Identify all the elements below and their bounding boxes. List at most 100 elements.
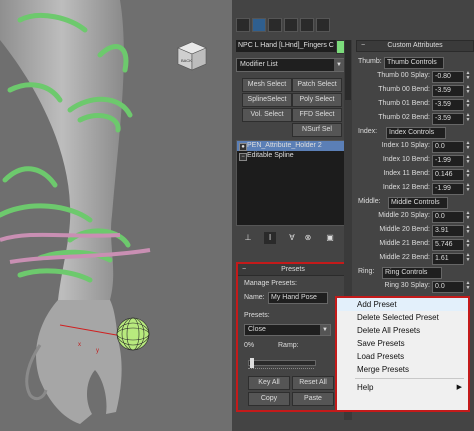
index-section: Index: Index Controls [356, 126, 472, 139]
thumb-label: Thumb: [358, 58, 382, 65]
create-icon[interactable] [236, 18, 250, 32]
attr-row: Middle 20 Bend: 3.91 ▲ ▼ [356, 224, 472, 237]
scrollbar-thumb[interactable] [345, 40, 351, 100]
spinner-icon[interactable]: ▲ ▼ [465, 211, 471, 221]
attr-row: Index 10 Splay: 0.0 ▲ ▼ [356, 140, 472, 153]
attr-value[interactable]: -3.59 [432, 113, 464, 125]
pin-stack-icon[interactable]: ⊥ [242, 232, 254, 244]
modify-icon[interactable] [252, 18, 266, 32]
motion-icon[interactable] [284, 18, 298, 32]
custom-attributes-title: Custom Attributes [387, 42, 443, 49]
stack-item-editable-spline[interactable]: − Editable Spline [237, 151, 345, 161]
custom-attributes-header[interactable]: − Custom Attributes [356, 40, 474, 52]
hand-mesh [36, 300, 122, 424]
attr-value[interactable]: -3.59 [432, 99, 464, 111]
attr-row: Index 10 Bend: -1.99 ▲ ▼ [356, 154, 472, 167]
menu-item-delete-all-presets[interactable]: Delete All Presets [337, 324, 468, 337]
object-name-field[interactable]: NPC L Hand [LHnd]_Fingers C [236, 40, 336, 52]
thumb-controls-field[interactable]: Thumb Controls [384, 57, 444, 69]
spinner-icon[interactable]: ▲ ▼ [465, 85, 471, 95]
spinner-icon[interactable]: ▲ ▼ [465, 253, 471, 263]
attr-value[interactable]: 3.91 [432, 225, 464, 237]
presets-rollout-header[interactable]: − Presets [238, 264, 348, 276]
spinner-icon[interactable]: ▲ ▼ [465, 281, 471, 291]
middle-controls-field[interactable]: Middle Controls [388, 197, 448, 209]
spinner-icon[interactable]: ▲ ▼ [465, 169, 471, 179]
attr-value[interactable]: -0.80 [432, 71, 464, 83]
spinner-icon[interactable]: ▲ ▼ [465, 113, 471, 123]
attr-label: Index 10 Splay: [381, 142, 430, 149]
attr-value[interactable]: -1.99 [432, 155, 464, 167]
configure-sets-icon[interactable]: ▣ [324, 232, 336, 244]
show-end-result-icon[interactable]: Ⅰ [264, 232, 276, 244]
ffd-select-button[interactable]: FFD Select [292, 108, 342, 122]
vol-select-button[interactable]: Vol. Select [242, 108, 292, 122]
spinner-icon[interactable]: ▲ ▼ [465, 71, 471, 81]
menu-item-merge-presets[interactable]: Merge Presets [337, 363, 468, 376]
menu-item-load-presets[interactable]: Load Presets [337, 350, 468, 363]
attr-value[interactable]: 0.0 [432, 281, 464, 293]
display-icon[interactable] [300, 18, 314, 32]
slider-ticks [248, 368, 314, 373]
middle-section: Middle: Middle Controls [356, 196, 472, 209]
spinner-icon[interactable]: ▲ ▼ [465, 141, 471, 151]
submenu-arrow-icon: ▶ [456, 384, 462, 391]
attr-value[interactable]: 5.746 [432, 239, 464, 251]
attr-value[interactable]: -3.59 [432, 85, 464, 97]
viewport[interactable]: x y BACK [0, 0, 232, 431]
presets-label: Presets: [244, 312, 270, 319]
reset-all-button[interactable]: Reset All [292, 376, 334, 390]
ramp-label: Ramp: [278, 342, 299, 349]
presets-dropdown[interactable]: Close ▼ [244, 324, 331, 336]
modifier-list-dropdown[interactable]: Modifier List ▼ [236, 58, 345, 72]
spinner-icon[interactable]: ▲ ▼ [465, 239, 471, 249]
attr-row: Index 11 Bend: 0.146 ▲ ▼ [356, 168, 472, 181]
presets-rollout: − Presets Manage Presets: Name: My Hand P… [236, 262, 350, 412]
attr-row: Middle 20 Splay: 0.0 ▲ ▼ [356, 210, 472, 223]
presets-context-menu: Add Preset Delete Selected Preset Delete… [335, 296, 470, 412]
ring-controls-field[interactable]: Ring Controls [382, 267, 442, 279]
axis-x-label: x [78, 342, 81, 348]
attr-value[interactable]: 0.0 [432, 141, 464, 153]
mesh-select-button[interactable]: Mesh Select [242, 78, 292, 92]
utilities-icon[interactable] [316, 18, 330, 32]
expand-icon[interactable]: − [239, 153, 247, 161]
paste-button[interactable]: Paste [292, 392, 334, 406]
nsurf-sel-button[interactable]: NSurf Sel [292, 123, 342, 137]
attr-value[interactable]: -1.99 [432, 183, 464, 195]
make-unique-icon[interactable]: ∀ [286, 232, 298, 244]
index-controls-field[interactable]: Index Controls [386, 127, 446, 139]
ramp-slider-thumb[interactable] [250, 358, 254, 368]
attr-value[interactable]: 0.0 [432, 211, 464, 223]
stack-item-label: PEN_Attribute_Holder 2 [247, 142, 322, 149]
poly-select-button[interactable]: Poly Select [292, 93, 342, 107]
hierarchy-icon[interactable] [268, 18, 282, 32]
attr-label: Middle 20 Bend: [379, 226, 430, 233]
attr-label: Index 10 Bend: [382, 156, 430, 163]
menu-item-add-preset[interactable]: Add Preset [337, 298, 468, 311]
preset-name-input[interactable]: My Hand Pose [268, 292, 328, 304]
attr-value[interactable]: 1.61 [432, 253, 464, 265]
spinner-icon[interactable]: ▲ ▼ [465, 155, 471, 165]
spline-select-button[interactable]: SplineSelect [242, 93, 292, 107]
thumb-section: Thumb: Thumb Controls [356, 56, 472, 69]
chevron-down-icon: ▼ [334, 59, 344, 71]
copy-button[interactable]: Copy [248, 392, 290, 406]
menu-item-help-label: Help [357, 383, 374, 392]
axis-y-label: y [96, 348, 99, 354]
ramp-slider[interactable] [248, 360, 316, 366]
menu-item-delete-selected-preset[interactable]: Delete Selected Preset [337, 311, 468, 324]
spinner-icon[interactable]: ▲ ▼ [465, 99, 471, 109]
remove-modifier-icon[interactable]: ⊗ [302, 232, 314, 244]
menu-item-save-presets[interactable]: Save Presets [337, 337, 468, 350]
spinner-icon[interactable]: ▲ ▼ [465, 225, 471, 235]
patch-select-button[interactable]: Patch Select [292, 78, 342, 92]
attr-row: Ring 30 Splay: 0.0 ▲ ▼ [356, 280, 472, 293]
attr-label: Index 11 Bend: [383, 170, 430, 177]
key-all-button[interactable]: Key All [248, 376, 290, 390]
viewcube-label: BACK [181, 58, 192, 63]
stack-item-attribute-holder[interactable]: ● PEN_Attribute_Holder 2 [237, 141, 345, 151]
spinner-icon[interactable]: ▲ ▼ [465, 183, 471, 193]
menu-item-help[interactable]: Help ▶ [337, 381, 468, 394]
attr-value[interactable]: 0.146 [432, 169, 464, 181]
